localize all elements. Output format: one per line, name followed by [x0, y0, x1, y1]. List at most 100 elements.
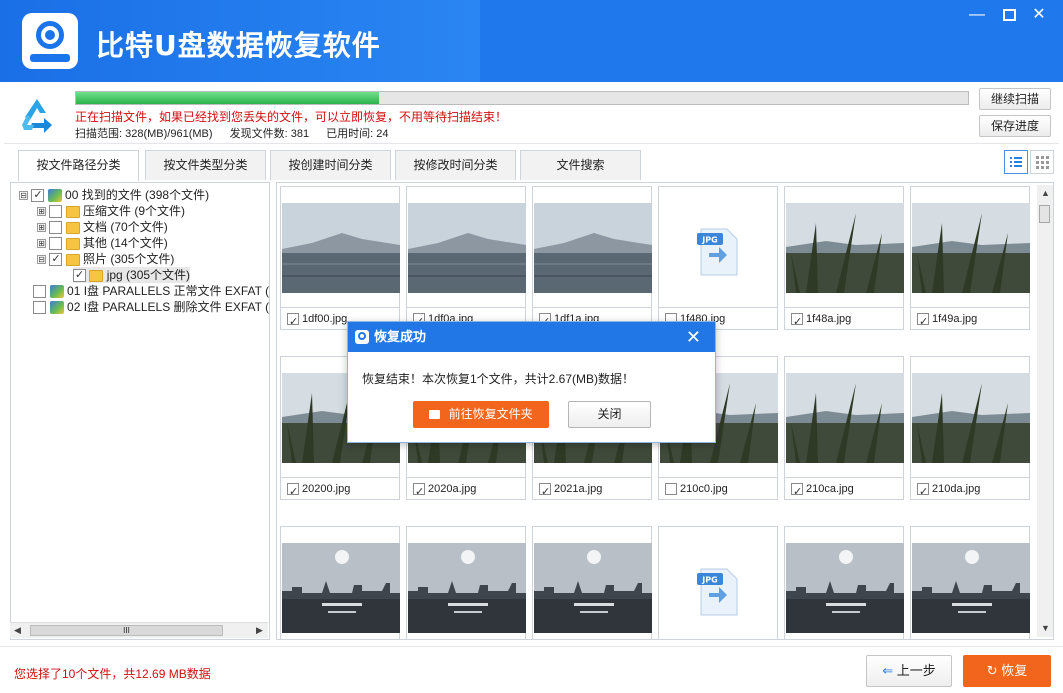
grid-view-button[interactable]	[1030, 150, 1054, 174]
open-recovery-folder-button[interactable]: 前往恢复文件夹	[413, 401, 549, 428]
tree-item[interactable]: ⊞ 压缩文件 (9个文件)	[37, 203, 185, 219]
file-name-row[interactable]: 1f48a.jpg	[785, 307, 903, 333]
file-tile[interactable]: 1f49a.jpg	[910, 186, 1030, 333]
file-checkbox[interactable]	[413, 481, 425, 503]
minimize-button[interactable]: —	[962, 3, 992, 27]
scan-warning-text: 正在扫描文件，如果已经找到您丢失的文件，可以立即恢复，不用等待扫描结束！	[75, 110, 508, 124]
scroll-up-icon[interactable]: ▲	[1041, 188, 1050, 198]
file-thumbnail[interactable]	[786, 373, 904, 463]
save-progress-button[interactable]: 保存进度	[979, 115, 1051, 137]
file-tile[interactable]	[784, 526, 904, 639]
file-checkbox[interactable]	[791, 311, 803, 333]
tab-by-modified-time[interactable]: 按修改时间分类	[395, 150, 516, 180]
tree-item[interactable]: 02 I盘 PARALLELS 删除文件 EXFAT (9个	[19, 299, 270, 315]
file-name-row[interactable]: 210c0.jpg	[659, 477, 777, 499]
tree-horizontal-scrollbar[interactable]: ◀ III ▶	[10, 622, 268, 638]
file-thumbnail[interactable]	[282, 543, 400, 633]
file-thumbnail[interactable]: JPG	[660, 543, 778, 633]
tree-checkbox[interactable]	[49, 237, 63, 251]
file-checkbox[interactable]	[917, 481, 929, 503]
file-name-row[interactable]: 2021a.jpg	[533, 477, 651, 503]
tab-by-created-time[interactable]: 按创建时间分类	[270, 150, 391, 180]
file-name-row[interactable]: 210ca.jpg	[785, 477, 903, 503]
tree-checkbox[interactable]	[49, 221, 63, 235]
file-thumbnail[interactable]: JPG	[660, 203, 778, 293]
file-tile[interactable]: JPG	[658, 526, 778, 639]
tab-by-path[interactable]: 按文件路径分类	[18, 150, 139, 181]
jpg-file-icon: JPG	[697, 568, 738, 616]
file-tile[interactable]: 1f48a.jpg	[784, 186, 904, 333]
tree-item-label: 02 I盘 PARALLELS 删除文件 EXFAT (9个	[67, 300, 270, 314]
file-tile[interactable]: 1df00.jpg	[280, 186, 400, 333]
file-tile[interactable]	[280, 526, 400, 639]
file-tile[interactable]	[406, 526, 526, 639]
file-tile[interactable]	[532, 526, 652, 639]
file-thumbnail[interactable]	[408, 203, 526, 293]
grid-vertical-scrollbar[interactable]: ▲ ▼	[1037, 185, 1053, 637]
file-name-row[interactable]: 1f49a.jpg	[911, 307, 1029, 333]
tree-checkbox[interactable]	[49, 251, 63, 267]
file-tile[interactable]: 210da.jpg	[910, 356, 1030, 503]
file-checkbox[interactable]	[665, 483, 677, 496]
recovery-success-dialog: 恢复成功 ✕ 恢复结束！本次恢复1个文件，共计2.67(MB)数据！ 前往恢复文…	[347, 321, 716, 443]
grass-thumbnail-image	[786, 373, 904, 463]
tree-expander-icon[interactable]: ⊞	[37, 239, 46, 249]
tree-expander-icon[interactable]: ⊞	[37, 223, 46, 233]
recover-button[interactable]: ↻ 恢复	[963, 655, 1051, 687]
tree-item[interactable]: ⊟ 照片 (305个文件)	[37, 251, 174, 267]
file-tile[interactable]: JPG 1f480.jpg	[658, 186, 778, 330]
file-thumbnail[interactable]	[534, 203, 652, 293]
scroll-down-icon[interactable]: ▼	[1041, 623, 1050, 633]
tree-expander-icon[interactable]: ⊟	[37, 255, 46, 265]
file-name: 2021a.jpg	[554, 483, 603, 495]
tree-expander-icon[interactable]: ⊞	[37, 207, 46, 217]
tree-checkbox[interactable]	[33, 285, 47, 299]
previous-step-button[interactable]: ⇐ 上一步	[866, 655, 952, 687]
scroll-right-icon[interactable]: ▶	[256, 625, 263, 636]
tree-checkbox[interactable]	[31, 187, 45, 203]
file-checkbox[interactable]	[917, 311, 929, 333]
file-name-row[interactable]: 210da.jpg	[911, 477, 1029, 503]
file-checkbox[interactable]	[791, 481, 803, 503]
drive-icon	[49, 301, 64, 315]
tree-item[interactable]: ⊟ 00 找到的文件 (398个文件)	[19, 187, 209, 203]
list-view-button[interactable]	[1004, 150, 1028, 174]
tree-item[interactable]: ⊞ 其他 (14个文件)	[37, 235, 168, 251]
file-tile[interactable]: 1df1a.jpg	[532, 186, 652, 333]
tree-item[interactable]: ⊞ 文档 (70个文件)	[37, 219, 168, 235]
file-thumbnail[interactable]	[912, 373, 1030, 463]
scroll-left-icon[interactable]: ◀	[14, 625, 21, 636]
tree-expander-icon[interactable]: ⊟	[19, 191, 28, 201]
tab-file-search[interactable]: 文件搜索	[520, 150, 641, 180]
file-name-row[interactable]: 20200.jpg	[281, 477, 399, 503]
file-name-row[interactable]: 2020a.jpg	[407, 477, 525, 503]
tree-scroll-thumb[interactable]: III	[30, 625, 223, 636]
tree-checkbox[interactable]	[73, 267, 86, 283]
maximize-button[interactable]	[994, 3, 1024, 27]
tree-checkbox[interactable]	[33, 301, 47, 315]
dialog-close-button[interactable]: 关闭	[568, 401, 651, 428]
file-name: 210ca.jpg	[806, 483, 854, 495]
tree-item[interactable]: jpg (305个文件)	[73, 267, 191, 283]
file-tile[interactable]: 1df0a.jpg	[406, 186, 526, 333]
file-tile[interactable]: 210ca.jpg	[784, 356, 904, 503]
file-checkbox[interactable]	[539, 481, 551, 503]
file-thumbnail[interactable]	[912, 543, 1030, 633]
grid-scroll-thumb[interactable]	[1039, 205, 1050, 223]
file-thumbnail[interactable]	[282, 203, 400, 293]
file-thumbnail[interactable]	[786, 543, 904, 633]
tree-checkbox[interactable]	[49, 205, 63, 219]
file-checkbox[interactable]	[287, 481, 299, 503]
file-thumbnail[interactable]	[912, 203, 1030, 293]
dialog-close-icon[interactable]: ✕	[686, 322, 701, 352]
file-thumbnail[interactable]	[534, 543, 652, 633]
file-thumbnail[interactable]	[786, 203, 904, 293]
tree-item[interactable]: 01 I盘 PARALLELS 正常文件 EXFAT (0个	[19, 283, 269, 299]
file-thumbnail[interactable]	[408, 543, 526, 633]
close-window-button[interactable]: ✕	[1024, 3, 1054, 27]
continue-scan-button[interactable]: 继续扫描	[979, 88, 1051, 110]
tab-by-type[interactable]: 按文件类型分类	[145, 150, 266, 180]
file-checkbox[interactable]	[287, 311, 299, 333]
city-thumbnail-image	[534, 543, 652, 633]
file-tile[interactable]	[910, 526, 1030, 639]
